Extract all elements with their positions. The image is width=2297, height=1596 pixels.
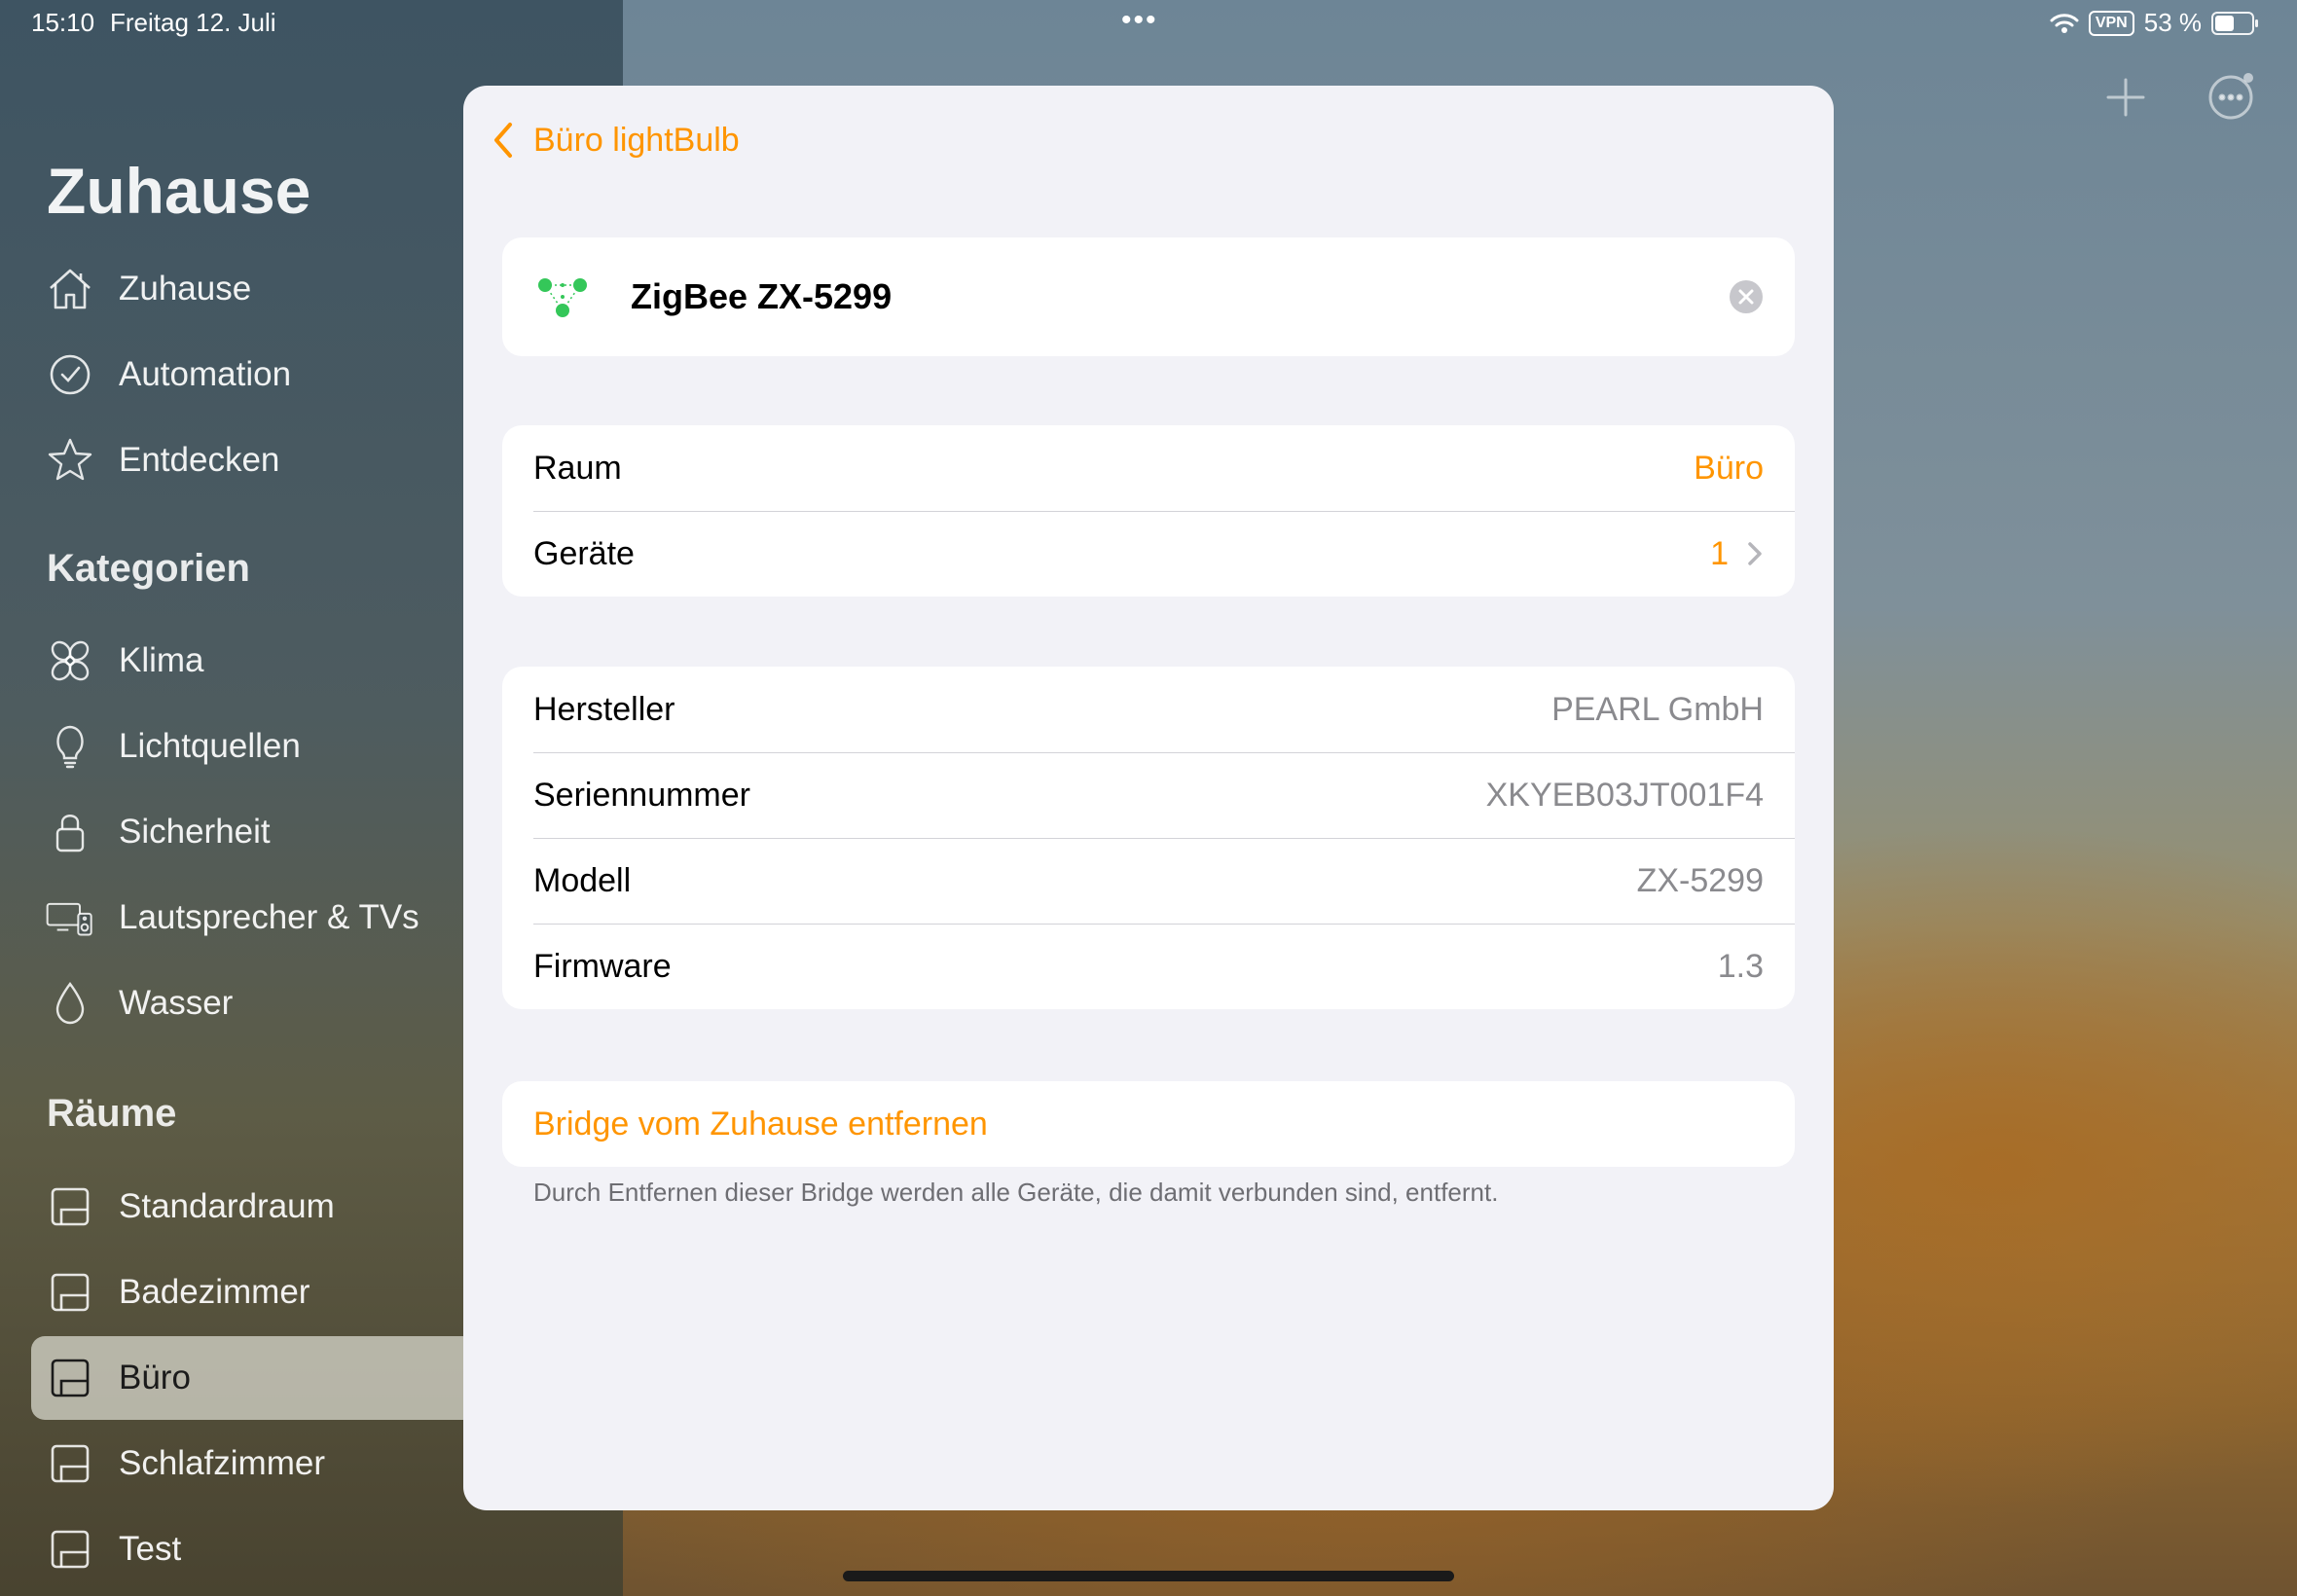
sidebar-item-label: Wasser	[119, 984, 234, 1022]
wifi-icon	[2050, 13, 2079, 33]
firmware-row: Firmware 1.3	[502, 924, 1795, 1009]
sidebar-item-label: Schlafzimmer	[119, 1444, 325, 1482]
sidebar-item-label: Büro	[119, 1359, 191, 1396]
lightbulb-icon	[43, 719, 97, 774]
info-value: ZX-5299	[1636, 861, 1764, 899]
lock-icon	[43, 805, 97, 859]
room-icon	[43, 1436, 97, 1491]
device-name-row[interactable]: ZigBee ZX-5299	[502, 237, 1795, 356]
status-time: 15:10	[31, 8, 95, 37]
sidebar-item-label: Badezimmer	[119, 1273, 310, 1311]
plus-icon	[2106, 78, 2145, 117]
categories-header: Kategorien	[47, 547, 250, 590]
info-label: Seriennummer	[533, 776, 750, 814]
info-label: Firmware	[533, 947, 672, 985]
chevron-left-icon	[494, 123, 512, 158]
screen: Zuhause Zuhause Automation Entdecken Kat…	[0, 0, 2297, 1596]
add-button[interactable]	[2098, 70, 2153, 125]
model-row: Modell ZX-5299	[502, 838, 1795, 924]
sidebar-item-label: Standardraum	[119, 1187, 335, 1225]
clear-text-icon[interactable]	[1729, 279, 1764, 314]
sidebar-item-label: Test	[119, 1530, 182, 1568]
info-value: XKYEB03JT001F4	[1485, 776, 1764, 814]
remove-bridge-note: Durch Entfernen dieser Bridge werden all…	[533, 1178, 1499, 1207]
manufacturer-row: Hersteller PEARL GmbH	[502, 667, 1795, 752]
water-drop-icon	[43, 976, 97, 1031]
status-bar: 15:10 Freitag 12. Juli ••• VPN 53 %	[0, 0, 2297, 47]
status-indicators: VPN 53 %	[2050, 8, 2258, 38]
remove-bridge-button[interactable]: Bridge vom Zuhause entfernen	[502, 1081, 1795, 1167]
back-label: Büro lightBulb	[533, 121, 740, 159]
vpn-badge: VPN	[2088, 10, 2134, 36]
clock-icon	[43, 347, 97, 402]
sidebar-item-label: Automation	[119, 355, 292, 393]
info-label: Modell	[533, 861, 632, 899]
chevron-right-icon	[1748, 542, 1762, 565]
device-name[interactable]: ZigBee ZX-5299	[631, 276, 892, 317]
remove-bridge-card: Bridge vom Zuhause entfernen	[502, 1081, 1795, 1167]
sidebar-item-label: Lautsprecher & TVs	[119, 898, 419, 936]
devices-count: 1	[1710, 534, 1729, 572]
info-label: Hersteller	[533, 690, 675, 728]
info-value: PEARL GmbH	[1551, 690, 1764, 728]
sidebar-item-label: Zuhause	[119, 270, 252, 308]
status-date: Freitag 12. Juli	[110, 8, 276, 37]
room-row[interactable]: Raum Büro	[502, 425, 1795, 511]
room-icon	[43, 1265, 97, 1320]
home-indicator[interactable]	[843, 1571, 1454, 1581]
sidebar-item-label: Entdecken	[119, 441, 280, 479]
serial-number-row: Seriennummer XKYEB03JT001F4	[502, 752, 1795, 838]
fan-icon	[43, 634, 97, 688]
sidebar-item-label: Sicherheit	[119, 813, 271, 851]
info-card: Hersteller PEARL GmbH Seriennummer XKYEB…	[502, 667, 1795, 1009]
device-card: ZigBee ZX-5299	[502, 237, 1795, 356]
sidebar-item-label: Lichtquellen	[119, 727, 301, 765]
room-icon	[43, 1179, 97, 1234]
multitasking-dots-icon[interactable]: •••	[1121, 4, 1158, 37]
room-icon	[43, 1522, 97, 1577]
house-icon	[43, 262, 97, 316]
battery-icon	[2211, 11, 2258, 35]
devices-row[interactable]: Geräte 1	[502, 511, 1795, 597]
more-button[interactable]	[2204, 70, 2258, 125]
room-value: Büro	[1694, 449, 1764, 487]
battery-fill	[2215, 15, 2235, 31]
rooms-header: Räume	[47, 1092, 177, 1135]
room-label: Raum	[533, 449, 622, 487]
star-icon	[43, 433, 97, 488]
sidebar-item-test[interactable]: Test	[31, 1507, 615, 1591]
accessory-settings-sheet: Büro lightBulb ZigBee ZX-5299 Raum Büro …	[463, 86, 1834, 1510]
sidebar-title: Zuhause	[47, 155, 311, 227]
info-value: 1.3	[1717, 947, 1764, 985]
back-button[interactable]: Büro lightBulb	[487, 119, 740, 162]
location-card: Raum Büro Geräte 1	[502, 425, 1795, 597]
battery-percent: 53 %	[2143, 8, 2202, 37]
devices-label: Geräte	[533, 534, 635, 572]
more-icon	[2208, 73, 2253, 120]
room-icon	[43, 1351, 97, 1405]
sidebar-item-label: Klima	[119, 641, 204, 679]
zigbee-bridge-icon	[538, 278, 587, 317]
speaker-tv-icon	[43, 890, 97, 945]
